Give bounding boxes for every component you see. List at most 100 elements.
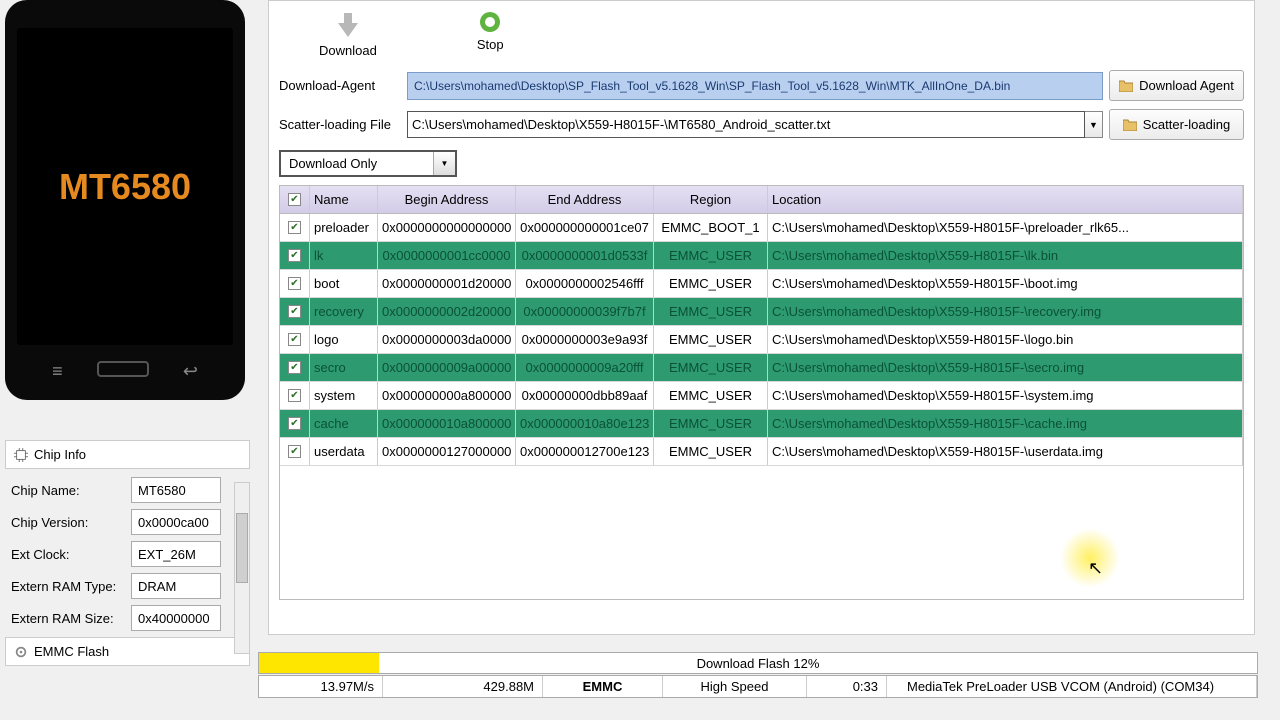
stop-label: Stop <box>477 37 504 52</box>
phone-nav-buttons: ≡ ↩ <box>5 361 245 382</box>
chip-field-value[interactable] <box>131 605 221 631</box>
cell-end: 0x0000000003e9a93f <box>516 326 654 353</box>
row-checkbox[interactable]: ✔ <box>288 333 301 346</box>
header-end[interactable]: End Address <box>516 186 654 213</box>
emmc-flash-title: EMMC Flash <box>34 644 109 659</box>
chip-field-value[interactable] <box>131 541 221 567</box>
cell-name: recovery <box>310 298 378 325</box>
folder-icon <box>1123 119 1137 131</box>
select-all-checkbox: ✔ <box>288 193 301 206</box>
cell-region: EMMC_USER <box>654 382 768 409</box>
table-row[interactable]: ✔ logo0x0000000003da00000x0000000003e9a93… <box>280 326 1243 354</box>
cell-name: boot <box>310 270 378 297</box>
emmc-flash-header[interactable]: EMMC Flash <box>5 637 250 666</box>
chip-row: Chip Name: <box>11 477 244 503</box>
download-agent-button[interactable]: Download Agent <box>1109 70 1244 101</box>
cell-location: C:\Users\mohamed\Desktop\X559-H8015F-\us… <box>768 438 1243 465</box>
cell-end: 0x0000000001d0533f <box>516 242 654 269</box>
home-icon <box>97 361 149 377</box>
status-time: 0:33 <box>807 676 887 697</box>
download-label: Download <box>319 43 377 58</box>
chip-row: Extern RAM Type: <box>11 573 244 599</box>
download-icon <box>334 11 362 39</box>
table-row[interactable]: ✔boot0x0000000001d200000x0000000002546ff… <box>280 270 1243 298</box>
cell-name: cache <box>310 410 378 437</box>
cell-region: EMMC_USER <box>654 326 768 353</box>
phone-screen: MT6580 <box>17 28 233 345</box>
row-checkbox[interactable]: ✔ <box>288 389 301 402</box>
chip-icon <box>14 448 28 462</box>
row-checkbox[interactable]: ✔ <box>288 249 301 262</box>
chevron-down-icon: ▼ <box>433 152 455 175</box>
row-checkbox[interactable]: ✔ <box>288 445 301 458</box>
table-row[interactable]: ✔userdata0x00000001270000000x00000001270… <box>280 438 1243 466</box>
header-location[interactable]: Location <box>768 186 1243 213</box>
chip-row: Extern RAM Size: <box>11 605 244 631</box>
status-mode: High Speed <box>663 676 807 697</box>
cell-end: 0x0000000009a20fff <box>516 354 654 381</box>
progress-bar: Download Flash 12% <box>258 652 1258 674</box>
row-checkbox[interactable]: ✔ <box>288 305 301 318</box>
cell-location: C:\Users\mohamed\Desktop\X559-H8015F-\sy… <box>768 382 1243 409</box>
scatter-dropdown-button[interactable]: ▼ <box>1085 111 1103 138</box>
cell-region: EMMC_USER <box>654 410 768 437</box>
download-button[interactable]: Download <box>319 11 377 58</box>
cell-begin: 0x0000000002d20000 <box>378 298 516 325</box>
table-row[interactable]: ✔lk0x0000000001cc00000x0000000001d0533fE… <box>280 242 1243 270</box>
folder-icon <box>1119 80 1133 92</box>
chip-info-header[interactable]: Chip Info <box>5 440 250 469</box>
progress-text: Download Flash 12% <box>259 656 1257 671</box>
cell-begin: 0x0000000009a00000 <box>378 354 516 381</box>
table-header: ✔ Name Begin Address End Address Region … <box>280 186 1243 214</box>
row-checkbox[interactable]: ✔ <box>288 361 301 374</box>
cell-location: C:\Users\mohamed\Desktop\X559-H8015F-\ca… <box>768 410 1243 437</box>
table-row[interactable]: ✔preloader0x00000000000000000x0000000000… <box>280 214 1243 242</box>
header-region[interactable]: Region <box>654 186 768 213</box>
cell-end: 0x00000000dbb89aaf <box>516 382 654 409</box>
cell-location: C:\Users\mohamed\Desktop\X559-H8015F-\bo… <box>768 270 1243 297</box>
chip-row: Ext Clock: <box>11 541 244 567</box>
stop-button[interactable]: Stop <box>477 11 504 58</box>
table-row[interactable]: ✔ recovery0x0000000002d200000x00000000039… <box>280 298 1243 326</box>
table-row[interactable]: ✔ system0x000000000a8000000x00000000dbb89… <box>280 382 1243 410</box>
cell-begin: 0x0000000127000000 <box>378 438 516 465</box>
chip-field-label: Extern RAM Size: <box>11 611 131 626</box>
cell-begin: 0x0000000003da0000 <box>378 326 516 353</box>
cell-name: preloader <box>310 214 378 241</box>
back-icon: ↩ <box>183 361 198 382</box>
row-checkbox[interactable]: ✔ <box>288 277 301 290</box>
row-checkbox[interactable]: ✔ <box>288 221 301 234</box>
gear-icon <box>14 645 28 659</box>
main-panel: Download Stop Download-Agent C:\Users\mo… <box>268 0 1255 635</box>
cell-name: lk <box>310 242 378 269</box>
header-begin[interactable]: Begin Address <box>378 186 516 213</box>
download-mode-value: Download Only <box>281 152 433 175</box>
scatter-file-label: Scatter-loading File <box>279 117 401 132</box>
chip-field-value[interactable] <box>131 477 221 503</box>
chip-field-value[interactable] <box>131 573 221 599</box>
chip-model-text: MT6580 <box>59 166 191 208</box>
cell-name: system <box>310 382 378 409</box>
chip-row: Chip Version: <box>11 509 244 535</box>
cell-begin: 0x0000000001d20000 <box>378 270 516 297</box>
table-row[interactable]: ✔cache0x000000010a8000000x000000010a80e1… <box>280 410 1243 438</box>
chip-info-panel: Chip Info Chip Name: Chip Version: Ext Clo… <box>5 440 250 666</box>
cell-location: C:\Users\mohamed\Desktop\X559-H8015F-\se… <box>768 354 1243 381</box>
header-checkbox-col[interactable]: ✔ <box>280 186 310 213</box>
chip-field-value[interactable] <box>131 509 221 535</box>
status-speed: 13.97M/s <box>259 676 383 697</box>
table-row[interactable]: ✔secro0x0000000009a000000x0000000009a20f… <box>280 354 1243 382</box>
cell-end: 0x00000000039f7b7f <box>516 298 654 325</box>
header-name[interactable]: Name <box>310 186 378 213</box>
chip-scrollbar[interactable] <box>234 482 250 654</box>
progress-area: Download Flash 12% 13.97M/s 429.88M EMMC… <box>258 652 1258 698</box>
cell-location: C:\Users\mohamed\Desktop\X559-H8015F-\lk… <box>768 242 1243 269</box>
scatter-loading-button[interactable]: Scatter-loading <box>1109 109 1244 140</box>
menu-icon: ≡ <box>52 361 63 382</box>
download-agent-path[interactable]: C:\Users\mohamed\Desktop\SP_Flash_Tool_v… <box>407 72 1103 100</box>
scatter-file-input[interactable] <box>407 111 1085 138</box>
row-checkbox[interactable]: ✔ <box>288 417 301 430</box>
download-mode-select[interactable]: Download Only ▼ <box>279 150 457 177</box>
cell-begin: 0x000000000a800000 <box>378 382 516 409</box>
cell-name: logo <box>310 326 378 353</box>
